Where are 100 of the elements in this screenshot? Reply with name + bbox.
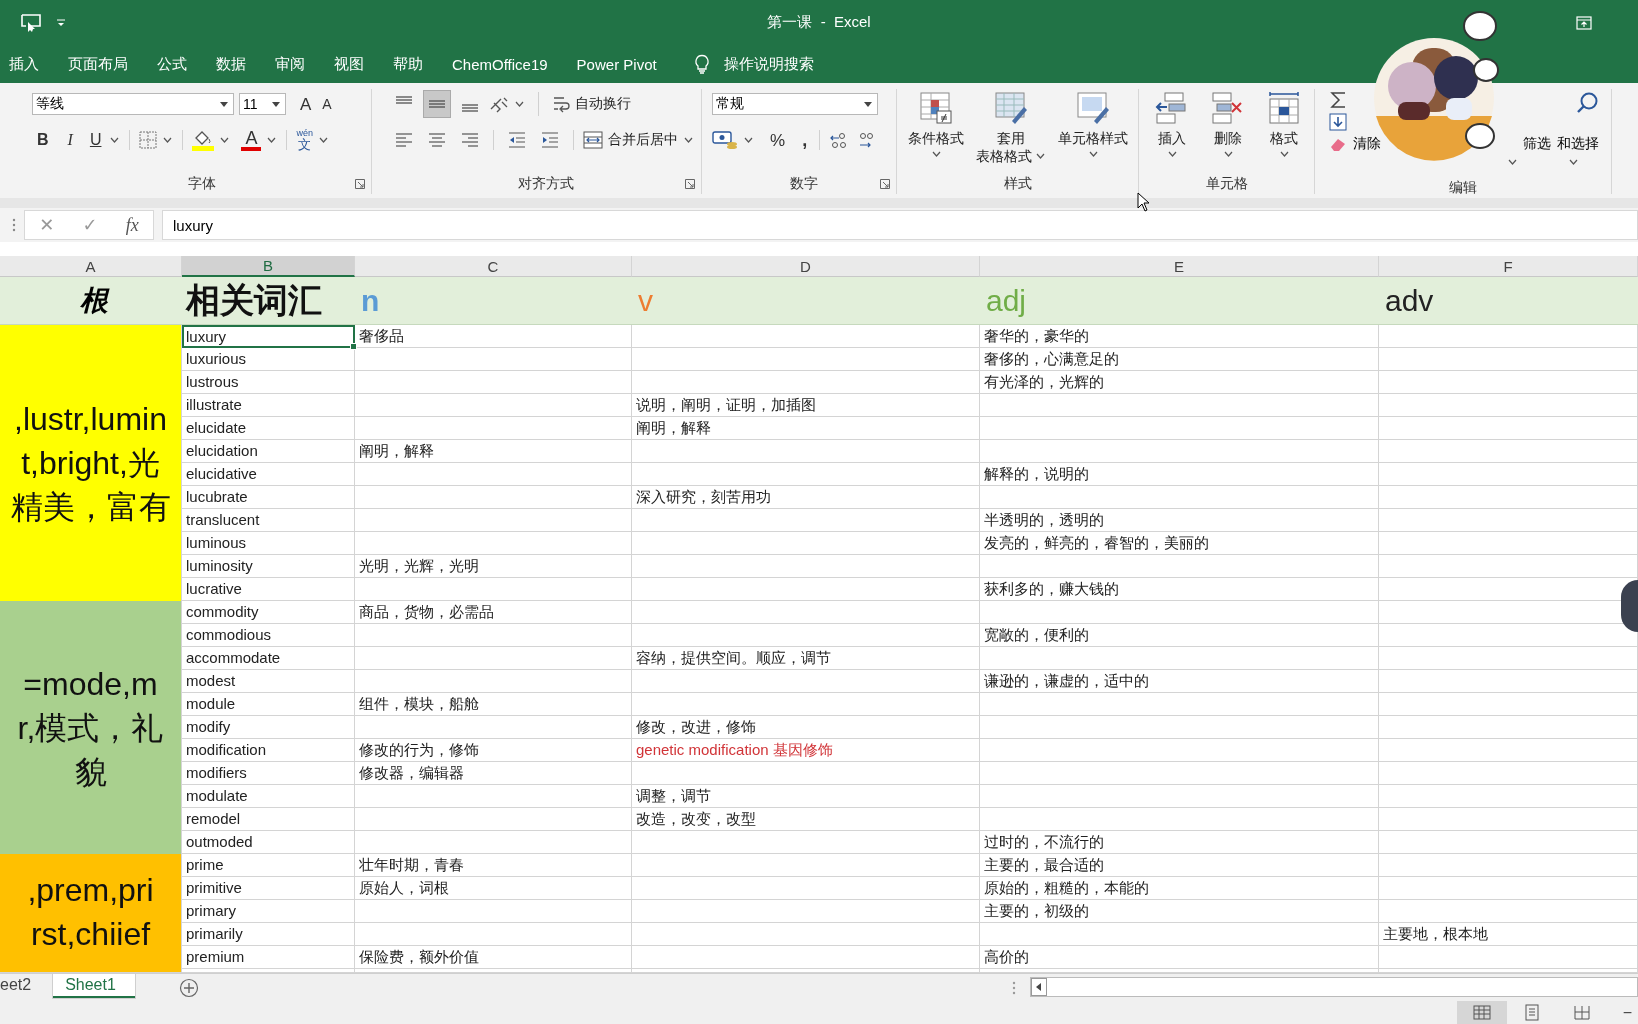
fill-down-icon[interactable]	[1329, 113, 1347, 131]
comma-button[interactable]: ,	[799, 131, 811, 149]
touch-icon[interactable]	[20, 12, 42, 33]
ribbon-tab[interactable]: 视图	[334, 54, 364, 74]
meaning-cell: 调整，调节	[632, 785, 980, 808]
root-cell: =mode,m r,模式，礼 貌	[0, 601, 182, 854]
number-format-dropdown[interactable]: 常规	[712, 93, 878, 115]
style-button[interactable]: 套用 表格格式	[973, 91, 1049, 165]
merge-center-button[interactable]: 合并后居中	[583, 131, 678, 149]
insert-function-button[interactable]: fx	[125, 214, 139, 236]
sheet-tab[interactable]: eet2	[0, 974, 40, 998]
font-name-dropdown[interactable]: 等线	[32, 93, 234, 115]
caret-icon[interactable]	[1508, 159, 1517, 165]
zoom-out-button[interactable]: −	[1622, 1003, 1632, 1022]
meaning-cell: 半透明的，透明的	[980, 509, 1379, 532]
ribbon-tab[interactable]: 插入	[9, 54, 39, 74]
search-icon[interactable]	[1575, 91, 1599, 115]
floating-button[interactable]	[1621, 580, 1638, 632]
word-cell: modest	[182, 670, 355, 693]
find-select-button[interactable]: 和选择	[1557, 135, 1599, 153]
ribbon-tab[interactable]: 公式	[157, 54, 187, 74]
meaning-cell: 组件，模块，船舱	[355, 693, 632, 716]
clear-button[interactable]: 清除	[1329, 135, 1393, 153]
customize-icon[interactable]	[56, 17, 66, 28]
caret-icon[interactable]	[1088, 151, 1098, 157]
caret-icon[interactable]	[319, 137, 328, 143]
caret-icon[interactable]	[744, 137, 753, 143]
dialog-launcher-icon[interactable]	[880, 179, 890, 189]
ribbon-tab[interactable]: ChemOffice19	[452, 55, 548, 73]
caret-icon[interactable]	[1279, 151, 1289, 157]
sheet-tab[interactable]: Sheet1	[53, 974, 136, 998]
align-right-icon[interactable]	[460, 130, 480, 150]
caret-icon[interactable]	[684, 137, 693, 143]
meaning-cell: 深入研究，刻苦用功	[632, 486, 980, 509]
borders-icon[interactable]	[139, 131, 158, 149]
search-label[interactable]: 操作说明搜索	[723, 54, 814, 74]
phonetic-button[interactable]: wén 文	[296, 129, 313, 151]
align-left-icon[interactable]	[394, 130, 414, 150]
caret-icon[interactable]	[110, 137, 120, 143]
column-header[interactable]: B	[182, 256, 355, 277]
indent-decrease-icon[interactable]	[507, 130, 527, 150]
caret-icon[interactable]	[220, 137, 230, 143]
indent-increase-icon[interactable]	[540, 130, 560, 150]
column-header[interactable]: D	[632, 256, 980, 277]
ribbon-tab[interactable]: Power Pivot	[576, 55, 657, 73]
meaning-cell: 修改，改进，修饰	[632, 716, 980, 739]
column-header[interactable]: F	[1379, 256, 1638, 277]
caret-icon[interactable]	[272, 101, 280, 107]
word-cell[interactable]: luxury	[182, 325, 355, 348]
word-cell: primitive	[182, 877, 355, 900]
bold-button[interactable]: B	[34, 132, 52, 148]
percent-button[interactable]: %	[767, 131, 789, 149]
shrink-font-button[interactable]: A	[319, 97, 335, 111]
caret-icon[interactable]	[1569, 159, 1578, 165]
ribbon-tab[interactable]: 帮助	[393, 54, 423, 74]
meaning-cell: 改造，改变，改型	[632, 808, 980, 831]
text-angle-icon[interactable]	[489, 95, 509, 113]
dialog-launcher-icon[interactable]	[355, 179, 365, 189]
align-middle-icon[interactable]	[423, 90, 451, 118]
caret-icon[interactable]	[220, 101, 228, 107]
dialog-launcher-icon[interactable]	[685, 179, 695, 189]
caret-icon[interactable]	[163, 137, 173, 143]
window-icon[interactable]	[1576, 15, 1592, 30]
horizontal-scrollbar[interactable]	[1030, 977, 1638, 997]
column-header[interactable]: C	[355, 256, 632, 277]
formula-field[interactable]: luxury	[162, 210, 1638, 240]
style-button[interactable]: 单元格样式	[1055, 91, 1131, 157]
ribbon-tab[interactable]: 数据	[216, 54, 246, 74]
grow-font-button[interactable]: A	[297, 95, 315, 113]
caret-icon[interactable]	[267, 137, 277, 143]
format-button[interactable]: 格式	[1259, 91, 1309, 157]
column-header[interactable]: E	[980, 256, 1379, 277]
sort-filter-button[interactable]: 筛选	[1523, 135, 1551, 153]
caret-icon[interactable]	[515, 101, 524, 107]
meaning-cell: 主要的，最合适的	[980, 854, 1379, 877]
underline-button[interactable]: U	[86, 132, 105, 148]
insert-cells-icon	[1155, 91, 1189, 125]
paint-bucket-icon[interactable]	[192, 129, 215, 151]
money-icon[interactable]	[712, 130, 738, 150]
grip-icon	[1012, 981, 1016, 995]
fill-handle[interactable]	[350, 343, 357, 350]
caret-icon[interactable]	[1167, 151, 1177, 157]
ribbon-tab[interactable]: 审阅	[275, 54, 305, 74]
caret-icon[interactable]	[864, 101, 872, 107]
style-button[interactable]: 条件格式	[905, 91, 967, 157]
font-color-button[interactable]: A	[241, 129, 262, 151]
italic-button[interactable]: I	[64, 132, 76, 148]
caret-icon[interactable]	[1036, 153, 1045, 159]
scroll-left-icon[interactable]	[1031, 978, 1047, 996]
align-center-icon[interactable]	[427, 130, 447, 150]
delete-button[interactable]: 删除	[1203, 91, 1253, 157]
caret-icon[interactable]	[931, 151, 941, 157]
wrap-text-button[interactable]: 自动换行	[552, 95, 631, 113]
caret-icon[interactable]	[1223, 151, 1233, 157]
font-size-dropdown[interactable]: 11	[239, 93, 286, 115]
view-button[interactable]	[1456, 1001, 1507, 1024]
add-sheet-icon[interactable]	[179, 978, 200, 998]
insert-button[interactable]: 插入	[1147, 91, 1197, 157]
ribbon-tab[interactable]: 页面布局	[68, 54, 128, 74]
column-header[interactable]: A	[0, 256, 182, 277]
